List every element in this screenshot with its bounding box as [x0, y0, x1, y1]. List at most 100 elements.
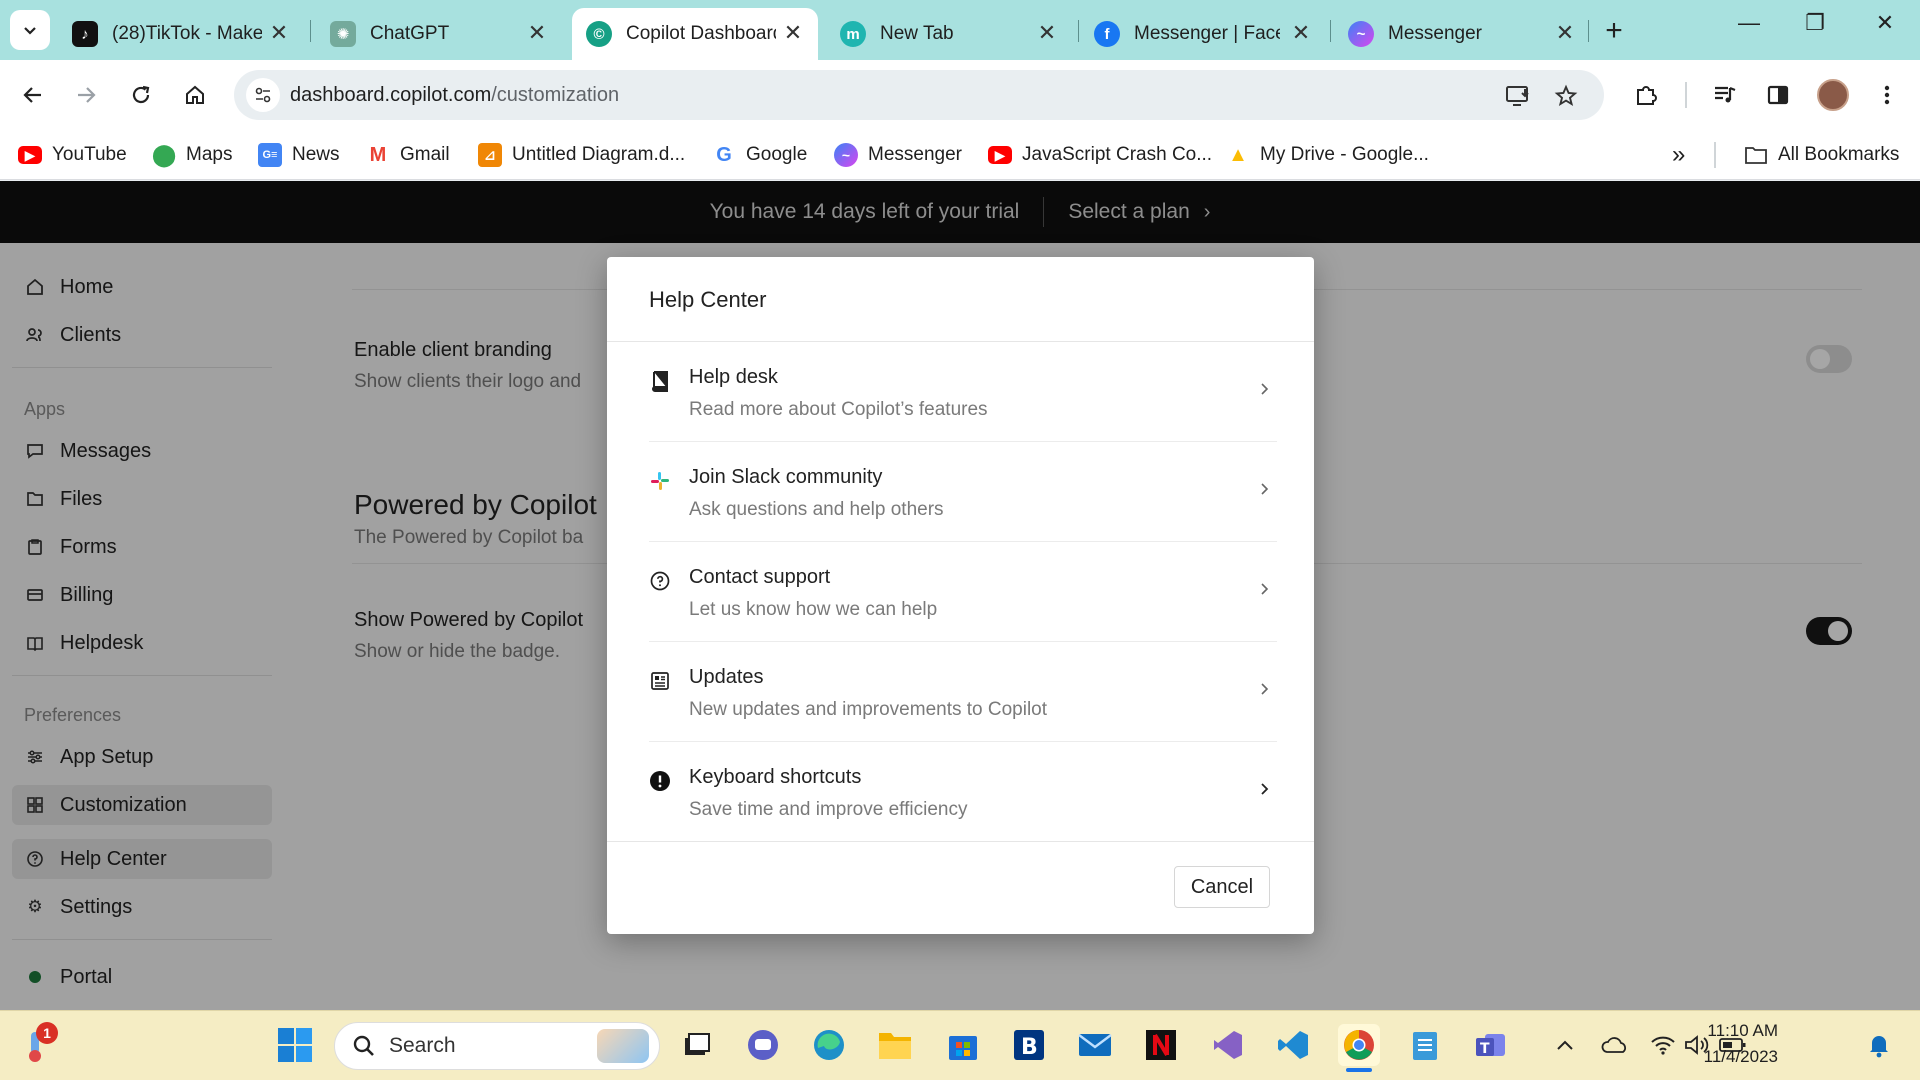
url-text: dashboard.copilot.com/customization: [290, 84, 619, 107]
home-button[interactable]: [176, 76, 214, 114]
address-bar[interactable]: dashboard.copilot.com/customization: [234, 70, 1604, 120]
search-highlight-icon: [597, 1029, 649, 1063]
notification-badge: 1: [36, 1022, 58, 1044]
mail-icon[interactable]: [1074, 1024, 1116, 1066]
gmail-icon: M: [369, 143, 387, 166]
onedrive-icon[interactable]: [1594, 1024, 1636, 1066]
booking-icon[interactable]: B: [1008, 1024, 1050, 1066]
help-item-desc: New updates and improvements to Copilot: [689, 699, 1048, 720]
chrome-icon[interactable]: [1338, 1024, 1380, 1072]
help-item-slack-community[interactable]: Join Slack community Ask questions and h…: [649, 442, 1277, 542]
help-item-contact-support[interactable]: Contact support Let us know how we can h…: [649, 542, 1277, 642]
teams-chat-icon[interactable]: [742, 1024, 784, 1066]
help-item-title: Keyboard shortcuts: [689, 766, 862, 788]
bookmark-my-drive[interactable]: ▲ My Drive - Google...: [1226, 140, 1429, 170]
cancel-button[interactable]: Cancel: [1174, 866, 1270, 908]
clock-time[interactable]: 11:10 AM: [1658, 1021, 1778, 1041]
bookmark-gmail[interactable]: M Gmail: [366, 140, 450, 170]
bookmark-maps[interactable]: ⬤ Maps: [152, 140, 233, 170]
windows-taskbar: 1 Search B T 11:10 AM 11/4/2023: [0, 1010, 1920, 1080]
install-app-icon[interactable]: [1504, 82, 1532, 110]
reload-icon: [132, 85, 150, 104]
media-control-icon[interactable]: [1708, 78, 1742, 112]
notifications-bell-icon[interactable]: [1858, 1024, 1900, 1066]
bookmark-messenger[interactable]: ~ Messenger: [834, 140, 962, 170]
tab-label: Messenger: [1388, 23, 1482, 44]
taskbar-search-box[interactable]: Search: [334, 1022, 660, 1070]
close-icon[interactable]: ✕: [1288, 20, 1314, 46]
windows-start-button[interactable]: [274, 1024, 316, 1066]
tab-messenger[interactable]: ~ Messenger ✕: [1334, 8, 1590, 60]
reload-button[interactable]: [122, 76, 160, 114]
close-icon[interactable]: ✕: [266, 20, 292, 46]
clock-date[interactable]: 11/4/2023: [1658, 1047, 1778, 1067]
help-item-keyboard-shortcuts[interactable]: Keyboard shortcuts Save time and improve…: [649, 742, 1277, 842]
tab-label: Copilot Dashboard: [626, 23, 776, 44]
bookmarks-overflow-button[interactable]: »: [1672, 140, 1685, 170]
extensions-icon[interactable]: [1629, 78, 1663, 112]
help-center-modal: Help Center Help desk Read more about Co…: [607, 257, 1314, 934]
bookmark-star-icon[interactable]: [1552, 82, 1580, 110]
tab-tiktok[interactable]: ♪ (28)TikTok - Make ✕: [58, 8, 304, 60]
bookmark-youtube[interactable]: ▶ YouTube: [18, 140, 127, 170]
bookmark-untitled-diagram[interactable]: ⊿ Untitled Diagram.d...: [478, 140, 685, 170]
arrow-left-icon: [23, 87, 41, 103]
help-item-title: Contact support: [689, 566, 831, 588]
task-view-icon[interactable]: [676, 1024, 718, 1066]
bookmark-google[interactable]: G Google: [712, 140, 807, 170]
profile-avatar[interactable]: [1817, 79, 1849, 111]
help-item-desc: Ask questions and help others: [689, 499, 944, 520]
home-icon: [186, 85, 204, 104]
tab-chatgpt[interactable]: ✺ ChatGPT ✕: [316, 8, 562, 60]
tab-copilot-dashboard[interactable]: © Copilot Dashboard ✕: [572, 8, 818, 60]
site-info-icon[interactable]: [246, 78, 280, 112]
bookmark-label: Untitled Diagram.d...: [512, 144, 686, 165]
google-icon: G: [716, 143, 732, 166]
show-hidden-icons-icon[interactable]: [1544, 1024, 1586, 1066]
weather-widget[interactable]: 1: [16, 1022, 58, 1066]
back-button[interactable]: [14, 76, 52, 114]
tab-new-tab[interactable]: m New Tab ✕: [826, 8, 1072, 60]
help-item-title: Help desk: [689, 366, 778, 388]
tab-label: New Tab: [880, 23, 954, 44]
chevron-down-icon: [24, 27, 36, 35]
tab-messenger-facebook[interactable]: f Messenger | Faceb ✕: [1080, 8, 1326, 60]
all-bookmarks-label: All Bookmarks: [1778, 144, 1900, 165]
window-close-icon[interactable]: ✕: [1860, 10, 1910, 36]
bookmark-javascript-crash-course[interactable]: ▶ JavaScript Crash Co...: [988, 140, 1212, 170]
new-tab-button[interactable]: +: [1596, 14, 1632, 48]
vscode-icon[interactable]: [1272, 1024, 1314, 1066]
chevron-right-icon: [1261, 583, 1269, 595]
file-explorer-icon[interactable]: [874, 1024, 916, 1066]
bookmark-news[interactable]: G≡ News: [258, 140, 340, 170]
visual-studio-icon[interactable]: [1206, 1024, 1248, 1066]
side-panel-icon[interactable]: [1761, 78, 1795, 112]
chatgpt-icon: ✺: [330, 21, 356, 47]
edge-icon[interactable]: [808, 1024, 850, 1066]
messenger-icon: ~: [834, 143, 858, 167]
arrow-right-icon: [78, 87, 96, 103]
drive-icon: ▲: [1228, 143, 1248, 166]
restore-icon[interactable]: ❐: [1790, 10, 1840, 36]
forward-button[interactable]: [67, 76, 105, 114]
bookmark-label: JavaScript Crash Co...: [1022, 144, 1213, 165]
url-path: /customization: [491, 84, 620, 106]
close-icon[interactable]: ✕: [524, 20, 550, 46]
browser-menu-icon[interactable]: [1870, 78, 1904, 112]
netflix-icon[interactable]: [1140, 1024, 1182, 1066]
minimize-icon[interactable]: —: [1724, 10, 1774, 36]
tab-search-button[interactable]: [10, 10, 50, 50]
browser-toolbar: dashboard.copilot.com/customization: [0, 60, 1920, 130]
bookmark-label: Messenger: [868, 144, 962, 165]
teams-icon[interactable]: T: [1470, 1024, 1512, 1066]
all-bookmarks-button[interactable]: All Bookmarks: [1744, 140, 1899, 170]
help-item-updates[interactable]: Updates New updates and improvements to …: [649, 642, 1277, 742]
close-icon[interactable]: ✕: [1552, 20, 1578, 46]
close-icon[interactable]: ✕: [780, 20, 806, 46]
chevron-right-icon: [1261, 383, 1269, 395]
notepad-icon[interactable]: [1404, 1024, 1446, 1066]
bookmark-label: My Drive - Google...: [1260, 144, 1429, 165]
microsoft-store-icon[interactable]: [942, 1024, 984, 1066]
close-icon[interactable]: ✕: [1034, 20, 1060, 46]
help-item-help-desk[interactable]: Help desk Read more about Copilot’s feat…: [649, 342, 1277, 442]
